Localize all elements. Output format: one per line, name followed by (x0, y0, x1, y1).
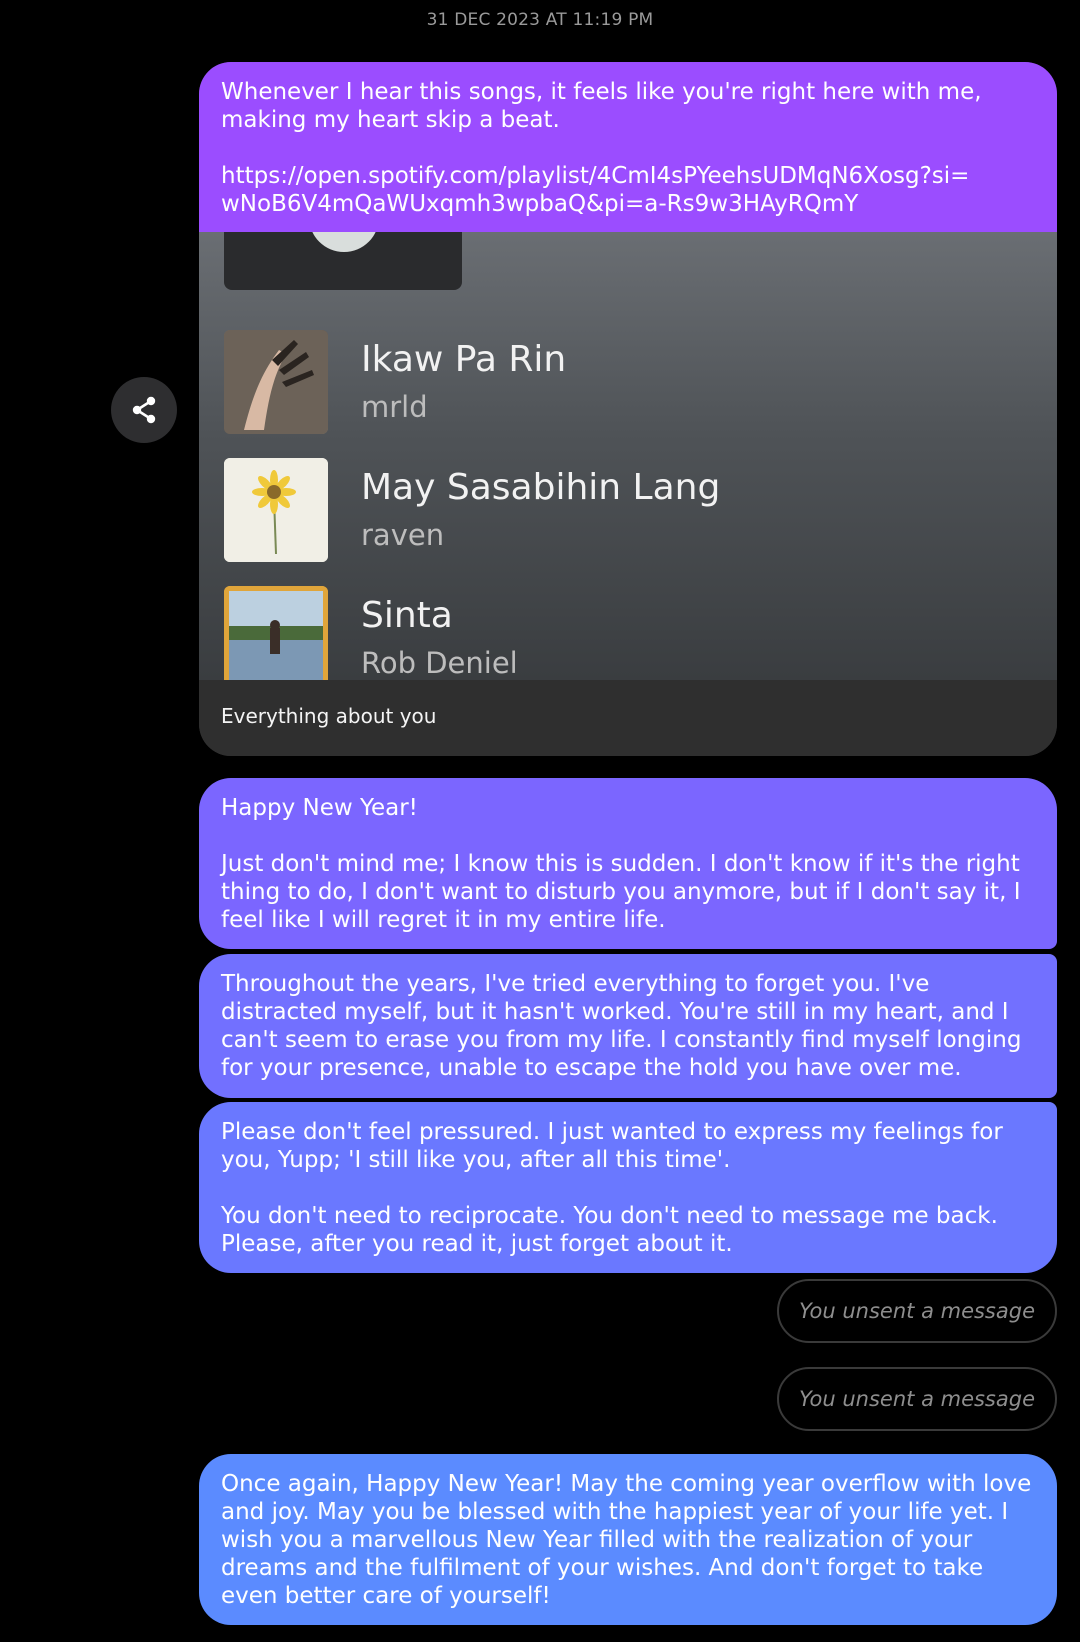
playlist-title[interactable]: Everything about you (199, 680, 1057, 756)
message-bubble[interactable]: Happy New Year! Just don't mind me; I kn… (199, 778, 1057, 949)
track-item: May Sasabihin Lang raven (224, 458, 1024, 562)
message-bubble[interactable]: Please don't feel pressured. I just want… (199, 1102, 1057, 1273)
track-title: Sinta (361, 595, 453, 636)
album-art (224, 458, 328, 562)
message-bubble[interactable]: Throughout the years, I've tried everyth… (199, 954, 1057, 1098)
share-icon (132, 396, 156, 424)
share-button[interactable] (111, 377, 177, 443)
track-title: Ikaw Pa Rin (361, 339, 567, 380)
playlist-cover-image (224, 232, 462, 290)
unsent-message-indicator: You unsent a message (777, 1367, 1057, 1431)
album-art (224, 330, 328, 434)
track-item: Sinta Rob Deniel (224, 586, 1024, 680)
track-title: May Sasabihin Lang (361, 467, 721, 508)
track-artist: raven (361, 518, 445, 552)
thread-timestamp: 31 DEC 2023 AT 11:19 PM (426, 10, 654, 30)
playlist-preview[interactable]: Ikaw Pa Rin mrld May Sasabihin Lang rave… (199, 232, 1057, 680)
track-artist: mrld (361, 390, 428, 424)
track-item: Ikaw Pa Rin mrld (224, 330, 1024, 434)
track-artist: Rob Deniel (361, 646, 518, 680)
spotify-link-message[interactable]: Whenever I hear this songs, it feels lik… (199, 62, 1057, 756)
cover-disc (309, 232, 379, 252)
album-art (224, 586, 328, 680)
message-bubble[interactable]: Once again, Happy New Year! May the comi… (199, 1454, 1057, 1625)
link-message-text[interactable]: Whenever I hear this songs, it feels lik… (199, 62, 1057, 232)
unsent-message-indicator: You unsent a message (777, 1279, 1057, 1343)
